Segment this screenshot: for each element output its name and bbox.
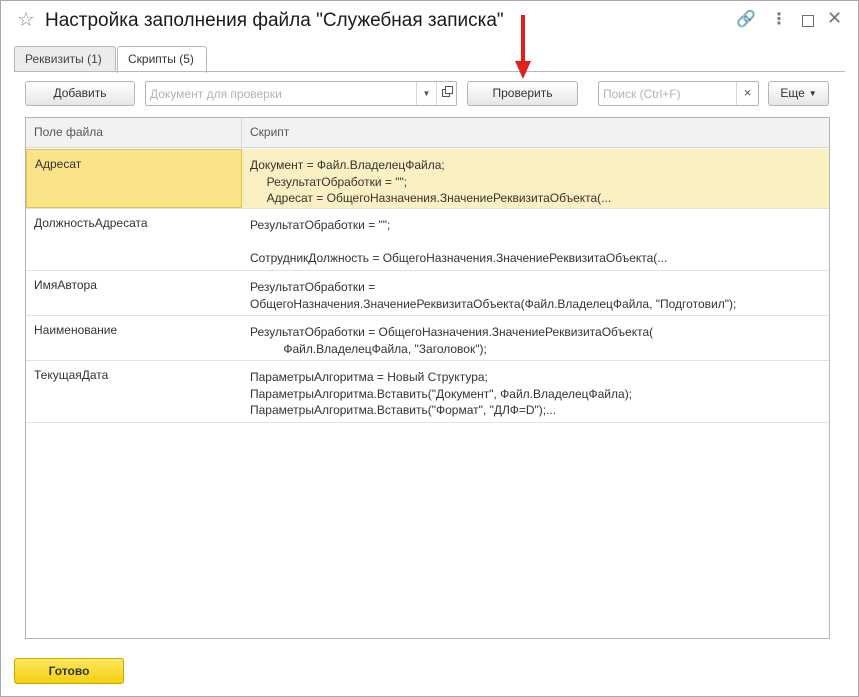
row-field-name: ДолжностьАдресата <box>34 216 148 230</box>
clear-icon[interactable]: × <box>736 82 758 105</box>
tab-divider <box>14 71 845 72</box>
row-script-text: Документ = Файл.ВладелецФайла; Результат… <box>250 158 612 205</box>
open-window-icon[interactable] <box>436 82 456 105</box>
more-button[interactable]: Еще ▼ <box>768 81 829 106</box>
settings-window: ☆ Настройка заполнения файла "Служебная … <box>0 0 859 697</box>
red-arrow-annotation <box>515 15 531 79</box>
link-icon[interactable]: 🔗 <box>736 11 756 29</box>
more-vertical-icon[interactable]: ⋮ <box>771 11 787 29</box>
table-header: Поле файла Скрипт <box>26 118 829 148</box>
search-input[interactable]: Поиск (Ctrl+F) × <box>598 81 759 106</box>
row-script-text: РезультатОбработки = ОбщегоНазначения.Зн… <box>250 325 654 356</box>
row-script-text: РезультатОбработки = ""; СотрудникДолжно… <box>250 218 668 265</box>
tab-requisites[interactable]: Реквизиты (1) <box>14 46 116 72</box>
dropdown-arrow-icon[interactable]: ▼ <box>416 82 436 105</box>
document-field-placeholder: Документ для проверки <box>150 87 282 101</box>
row-field-name: ИмяАвтора <box>34 278 97 292</box>
column-header-script[interactable]: Скрипт <box>242 118 829 148</box>
row-field-name: Наименование <box>34 323 118 337</box>
more-button-label: Еще <box>780 86 805 100</box>
row-script-text: РезультатОбработки = ОбщегоНазначения.Зн… <box>250 280 737 311</box>
row-field-name: ТекущаяДата <box>34 368 109 382</box>
table-row[interactable]: ТекущаяДата ПараметрыАлгоритма = Новый С… <box>26 361 829 423</box>
title-bar: ☆ Настройка заполнения файла "Служебная … <box>1 1 858 43</box>
chevron-down-icon: ▼ <box>808 89 817 98</box>
close-icon[interactable]: ✕ <box>827 9 842 27</box>
table-row[interactable]: Адресат Документ = Файл.ВладелецФайла; Р… <box>26 149 829 209</box>
star-icon[interactable]: ☆ <box>17 10 35 30</box>
maximize-icon[interactable] <box>802 15 814 27</box>
document-field[interactable]: Документ для проверки ▼ <box>145 81 457 106</box>
row-script-text: ПараметрыАлгоритма = Новый Структура; Па… <box>250 370 633 417</box>
search-placeholder: Поиск (Ctrl+F) <box>603 87 681 101</box>
table-row[interactable]: Наименование РезультатОбработки = Общего… <box>26 316 829 361</box>
done-button[interactable]: Готово <box>14 658 124 684</box>
table-row[interactable]: ИмяАвтора РезультатОбработки = ОбщегоНаз… <box>26 271 829 316</box>
window-title: Настройка заполнения файла "Служебная за… <box>45 10 504 31</box>
scripts-table: Поле файла Скрипт Адресат Документ = Фай… <box>25 117 830 639</box>
add-button[interactable]: Добавить <box>25 81 135 106</box>
row-field-name: Адресат <box>26 149 242 208</box>
check-button[interactable]: Проверить <box>467 81 578 106</box>
table-row[interactable]: ДолжностьАдресата РезультатОбработки = "… <box>26 209 829 271</box>
tab-scripts[interactable]: Скрипты (5) <box>117 46 207 73</box>
column-header-field[interactable]: Поле файла <box>26 118 242 148</box>
